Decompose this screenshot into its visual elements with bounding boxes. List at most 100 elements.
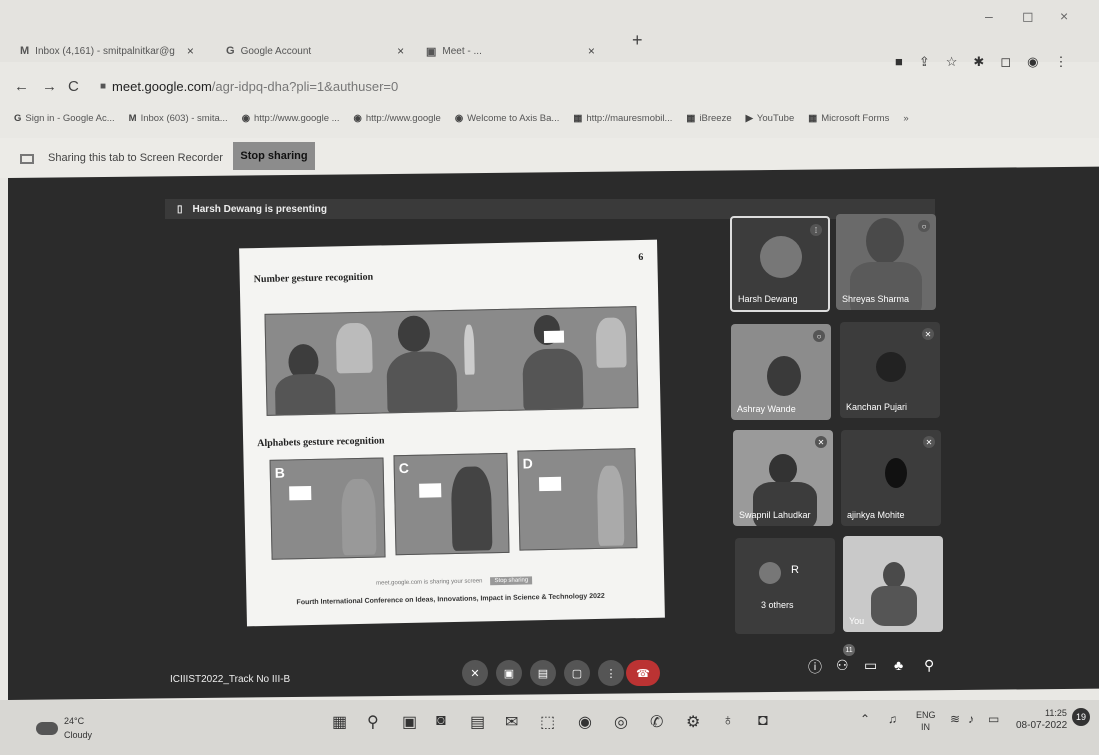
speaking-indicator-icon: ⁞ [810, 224, 822, 236]
share-icon[interactable]: ⇪ [919, 54, 930, 70]
participant-tile[interactable]: ✕ Kanchan Pujari [840, 322, 940, 418]
mic-off-icon: ○ [813, 330, 825, 342]
pdf-reader-icon[interactable]: ⬚ [540, 712, 555, 732]
back-arrow-icon[interactable]: ← [14, 78, 29, 95]
widgets-icon[interactable]: ▣ [402, 712, 417, 732]
activities-icon[interactable]: ♣ [894, 657, 903, 673]
site-icon: ▦ [573, 112, 583, 124]
search-icon[interactable]: ⚲ [367, 712, 379, 732]
people-icon[interactable]: ⚇ [836, 657, 849, 674]
url-host: meet.google.com [112, 79, 212, 94]
bookmark-item[interactable]: ▦ Microsoft Forms [808, 108, 889, 128]
volume-icon[interactable]: ♪ [968, 712, 974, 726]
participant-tile[interactable]: ○ Shreyas Sharma [836, 214, 936, 310]
clock-date[interactable]: 08-07-2022 [1016, 720, 1067, 731]
chrome-icon[interactable]: ◉ [578, 712, 592, 732]
participant-tile[interactable]: ✕ Swapnil Lahudkar [733, 430, 833, 526]
alphabet-gesture-image-c: C [393, 452, 510, 556]
close-icon[interactable]: × [588, 44, 595, 58]
chevron-up-icon[interactable]: ⌃ [860, 712, 870, 726]
bookmarks-bar: G Sign in - Google Ac... M Inbox (603) - s… [14, 108, 909, 128]
tab-meet[interactable]: ▣ Meet - ... × [426, 40, 595, 62]
present-icon: ▯ [177, 203, 183, 215]
leave-call-button[interactable]: ☎ [626, 660, 660, 686]
participant-tile-self[interactable]: You [843, 536, 943, 632]
more-bookmarks-button[interactable]: » [903, 108, 908, 128]
participant-tile[interactable]: ✕ ajinkya Mohite [841, 430, 941, 526]
notification-count-badge[interactable]: 19 [1072, 708, 1090, 726]
stop-sharing-button[interactable]: Stop sharing [233, 142, 315, 170]
alphabet-gesture-image-d: D [517, 448, 638, 551]
meet-icon: ▣ [426, 45, 437, 58]
mic-toggle-button[interactable]: ✕ [462, 660, 488, 686]
cloud-icon[interactable] [36, 722, 58, 735]
teams-chat-icon[interactable]: ◙ [436, 712, 446, 730]
meeting-info-icon[interactable]: ⓘ [808, 657, 822, 677]
weather-temperature[interactable]: 24°C [64, 716, 84, 726]
present-button[interactable]: ▢ [564, 660, 590, 686]
extensions-icon[interactable]: ✱ [973, 54, 984, 70]
chat-icon[interactable]: ▭ [864, 657, 877, 674]
presented-slide: 6 Number gesture recognition Alphabets g… [239, 239, 665, 627]
new-tab-button[interactable]: + [632, 30, 643, 51]
close-icon[interactable]: × [397, 44, 404, 58]
participant-tile[interactable]: ⁞ Harsh Dewang [730, 216, 830, 312]
tab-google-account[interactable]: G Google Account × [226, 40, 404, 62]
tab-gmail[interactable]: M Inbox (4,161) - smitpalnitkar@g × [20, 40, 194, 62]
bookmark-item[interactable]: G Sign in - Google Ac... [14, 108, 115, 128]
camera-icon: ▣ [503, 667, 515, 680]
slide-inner-share-bar: meet.google.com is sharing your screen S… [376, 576, 533, 587]
globe-icon: ◉ [241, 112, 250, 124]
camera-app-icon[interactable]: ◘ [758, 712, 768, 730]
presenting-text: Harsh Dewang is presenting [192, 203, 327, 215]
whatsapp-icon[interactable]: ✆ [650, 712, 663, 732]
weather-condition[interactable]: Cloudy [64, 730, 92, 740]
phone-hangup-icon: ☎ [636, 667, 650, 680]
profile-avatar[interactable]: ◉ [1027, 54, 1038, 70]
settings-gear-icon[interactable]: ⚙ [686, 712, 700, 732]
clock-time[interactable]: 11:25 [1045, 708, 1067, 718]
slide-heading-numbers: Number gesture recognition [253, 271, 374, 286]
google-icon: G [14, 112, 22, 124]
bookmark-item[interactable]: ▦ iBreeze [686, 108, 731, 128]
edge-icon[interactable]: ◎ [614, 712, 628, 732]
mail-icon[interactable]: ✉ [505, 712, 518, 732]
bookmark-item[interactable]: ◉ http://www.google [354, 108, 441, 128]
star-icon[interactable]: ☆ [946, 54, 958, 70]
close-window-button[interactable]: × [1060, 8, 1068, 24]
address-bar[interactable]: ■ meet.google.com/agr-idpq-dha?pli=1&aut… [100, 79, 398, 94]
reload-icon[interactable]: C [68, 78, 79, 95]
forward-arrow-icon[interactable]: → [42, 78, 57, 95]
globe-icon: ◉ [353, 112, 362, 124]
bookmark-item[interactable]: ▦ http://mauresmobil... [573, 108, 672, 128]
captions-button[interactable]: ▤ [530, 660, 556, 686]
bookmark-item[interactable]: M Inbox (603) - smita... [129, 108, 228, 128]
meeting-name: ICIIIST2022_Track No III-B [170, 674, 291, 685]
battery-icon[interactable]: ▭ [988, 712, 999, 726]
number-gesture-image [264, 306, 639, 416]
camera-toggle-button[interactable]: ▣ [496, 660, 522, 686]
sidepanel-icon[interactable]: ◻ [1000, 54, 1011, 70]
wifi-icon[interactable]: ≋ [950, 712, 960, 726]
microphone-icon[interactable]: ♫ [888, 712, 897, 726]
close-icon[interactable]: × [187, 44, 194, 58]
participant-tile[interactable]: ○ Ashray Wande [731, 324, 831, 420]
bookmark-item[interactable]: ◉ Welcome to Axis Ba... [455, 108, 560, 128]
app-icon[interactable]: ♁ [722, 712, 734, 730]
input-region[interactable]: IN [921, 722, 930, 732]
restore-button[interactable]: ◻ [1022, 8, 1034, 25]
camera-icon[interactable]: ■ [895, 54, 903, 70]
youtube-icon: ▶ [745, 112, 753, 124]
participant-tile-others[interactable]: R 3 others [735, 538, 835, 634]
mic-off-icon: ✕ [923, 436, 935, 448]
mic-off-icon: ✕ [815, 436, 827, 448]
minimize-button[interactable]: – [985, 8, 993, 24]
input-language[interactable]: ENG [916, 710, 936, 720]
file-explorer-icon[interactable]: ▤ [470, 712, 485, 732]
more-options-button[interactable]: ⋮ [598, 660, 624, 686]
bookmark-item[interactable]: ◉ http://www.google ... [242, 108, 340, 128]
host-controls-icon[interactable]: ⚲ [924, 657, 934, 674]
start-windows-icon[interactable]: ▦ [332, 712, 347, 732]
bookmark-item[interactable]: ▶ YouTube [746, 108, 795, 128]
menu-kebab-icon[interactable]: ⋮ [1054, 54, 1067, 70]
